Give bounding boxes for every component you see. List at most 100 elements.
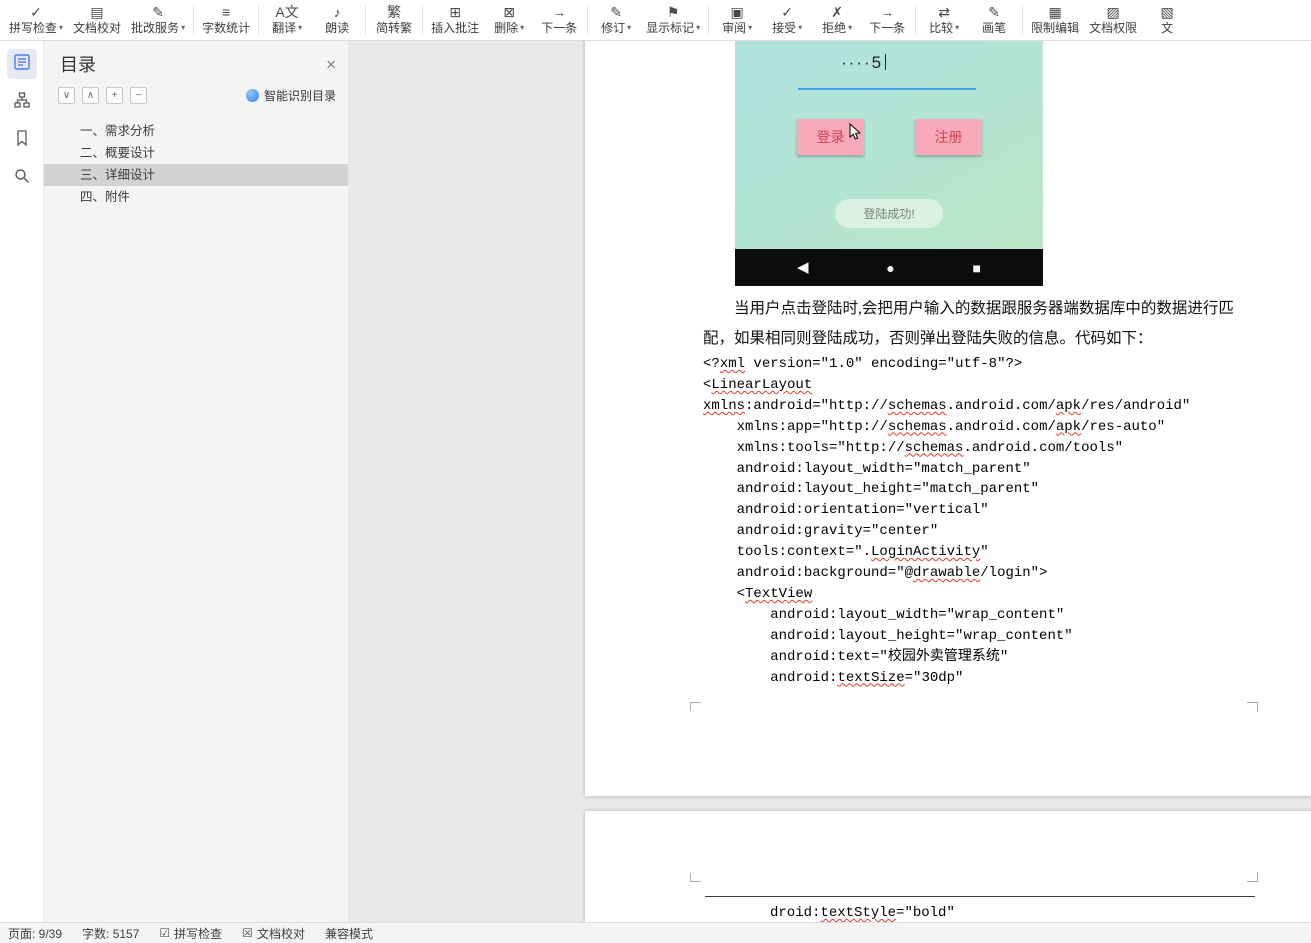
toolbar-insert-comment[interactable]: ⊞插入批注: [426, 0, 484, 40]
toolbar-simplified-to-traditional[interactable]: 繁简转繁: [369, 0, 419, 40]
toolbar-doc-permission[interactable]: ▨文档权限: [1084, 0, 1142, 40]
toc-tool-expand-level[interactable]: +: [106, 87, 123, 104]
toolbar-label: 比较▾: [929, 21, 959, 35]
word-count[interactable]: 字数: 5157: [82, 925, 139, 942]
text-boundary-mark: [1247, 702, 1258, 711]
toolbar-word-count[interactable]: ≡字数统计: [197, 0, 255, 40]
toolbar-restrict-editing[interactable]: ▦限制编辑: [1026, 0, 1084, 40]
spellcheck-error: textStyle: [820, 905, 896, 921]
proofread-status[interactable]: ☒ 文档校对: [242, 925, 305, 942]
toolbar-correction-service[interactable]: ✎批改服务▾: [126, 0, 190, 40]
nav-home-icon: ●: [886, 261, 894, 275]
spell-check-label: 拼写检查: [174, 925, 222, 942]
dropdown-arrow-icon: ▾: [696, 21, 700, 35]
password-field: ····5: [841, 53, 886, 73]
toolbar-label: 插入批注: [431, 21, 479, 35]
code-line: android:layout_width="match_parent": [703, 459, 1190, 480]
toc-item[interactable]: 一、需求分析: [44, 120, 348, 142]
sidebar-item-search[interactable]: [7, 163, 37, 193]
toc-tool-collapse-all[interactable]: ∧: [82, 87, 99, 104]
toolbar-accept[interactable]: ✓接受▾: [762, 0, 812, 40]
document-page-2[interactable]: droid:textStyle="bold": [585, 811, 1311, 922]
code-line: android:background="@drawable/login">: [703, 563, 1190, 584]
toc-item[interactable]: 二、概要设计: [44, 142, 348, 164]
toolbar-doc-truncated[interactable]: ▧文: [1142, 0, 1192, 40]
toolbar-doc-proofread[interactable]: ▤文档校对: [68, 0, 126, 40]
toolbar-track-changes[interactable]: ✎修订▾: [591, 0, 641, 40]
sidebar-strip: [0, 41, 44, 922]
compat-mode[interactable]: 兼容模式: [325, 925, 373, 942]
toolbar-read-aloud[interactable]: ♪朗读: [312, 0, 362, 40]
track-changes-icon: ✎: [610, 4, 622, 21]
toolbar-label: 下一条: [869, 21, 905, 35]
toolbar-next-change[interactable]: →下一条: [862, 0, 912, 40]
toolbar-label: 批改服务▾: [131, 21, 185, 35]
code-line: xmlns:tools="http://schemas.android.com/…: [703, 438, 1190, 459]
page-indicator[interactable]: 页面: 9/39: [8, 925, 62, 942]
code-line: android:layout_height="match_parent": [703, 479, 1190, 500]
toolbar-separator: [365, 6, 366, 34]
compare-icon: ⇄: [938, 4, 950, 21]
toc-list: 一、需求分析二、概要设计三、详细设计四、附件: [44, 120, 348, 208]
spell-check-icon: ✓: [30, 4, 42, 21]
dropdown-arrow-icon: ▾: [520, 21, 524, 35]
spellcheck-error: xml: [720, 356, 745, 372]
sidebar-item-outline[interactable]: [7, 49, 37, 79]
toolbar-show-markup[interactable]: ⚑显示标记▾: [641, 0, 705, 40]
toolbar-label: 字数统计: [202, 21, 250, 35]
next-comment-icon: →: [552, 4, 566, 21]
translate-icon: A文: [275, 4, 298, 21]
document-page-1[interactable]: ····5 登录 注册 登陆成功! ◀ ● ■: [585, 41, 1311, 796]
reject-icon: ✗: [831, 4, 843, 21]
toc-item[interactable]: 三、详细设计: [44, 164, 348, 186]
toolbar-translate[interactable]: A文翻译▾: [262, 0, 312, 40]
code-line: android:orientation="vertical": [703, 500, 1190, 521]
dropdown-arrow-icon: ▾: [298, 21, 302, 35]
spellcheck-error: apk: [1056, 419, 1081, 435]
register-button: 注册: [915, 119, 982, 155]
toolbar-separator: [587, 6, 588, 34]
toolbar-label: 文: [1161, 21, 1173, 35]
code-line: <LinearLayout: [703, 375, 1190, 396]
bookmark-icon: [13, 129, 31, 152]
search-icon: [13, 167, 31, 190]
toc-tool-collapse-level[interactable]: −: [130, 87, 147, 104]
toolbar-reject[interactable]: ✗拒绝▾: [812, 0, 862, 40]
toolbar-separator: [915, 6, 916, 34]
delete-comment-icon: ⊠: [503, 4, 515, 21]
toc-item[interactable]: 四、附件: [44, 186, 348, 208]
toolbar-label: 文档权限: [1089, 21, 1137, 35]
smart-toc-button[interactable]: 智能识别目录: [246, 87, 336, 104]
toolbar-label: 简转繁: [376, 21, 412, 35]
word-count-icon: ≡: [222, 4, 230, 21]
toolbar-separator: [258, 6, 259, 34]
toolbar-review[interactable]: ▣审阅▾: [712, 0, 762, 40]
code-line: xmlns:app="http://schemas.android.com/ap…: [703, 417, 1190, 438]
code-line: <?xml version="1.0" encoding="utf-8"?>: [703, 354, 1190, 375]
toc-tool-expand-all[interactable]: ∨: [58, 87, 75, 104]
close-icon[interactable]: ×: [326, 56, 336, 73]
document-area[interactable]: ····5 登录 注册 登陆成功! ◀ ● ■: [348, 41, 1311, 922]
toolbar-compare[interactable]: ⇄比较▾: [919, 0, 969, 40]
code-line: android:layout_height="wrap_content": [703, 626, 1190, 647]
toolbar-next-comment[interactable]: →下一条: [534, 0, 584, 40]
toolbar-label: 显示标记▾: [646, 21, 700, 35]
ink-pen-icon: ✎: [988, 4, 1000, 21]
doc-permission-icon: ▨: [1107, 4, 1120, 21]
structure-icon: [13, 91, 31, 114]
code-line: droid:textStyle="bold": [770, 903, 955, 922]
code-line: android:text="校园外卖管理系统": [703, 647, 1190, 668]
read-aloud-icon: ♪: [334, 4, 341, 21]
toolbar-separator: [708, 6, 709, 34]
wps-review-window: ✓拼写检查▾▤文档校对✎批改服务▾≡字数统计A文翻译▾♪朗读繁简转繁⊞插入批注⊠…: [0, 0, 1311, 943]
toolbar-ink-pen[interactable]: ✎画笔: [969, 0, 1019, 40]
toolbar-spell-check[interactable]: ✓拼写检查▾: [4, 0, 68, 40]
toolbar-label: 下一条: [541, 21, 577, 35]
toc-toolbar: ∨ ∧ +− 智能识别目录: [44, 77, 348, 104]
sidebar-item-bookmark[interactable]: [7, 125, 37, 155]
page2-code-block: droid:textStyle="bold": [770, 903, 955, 922]
spell-check-status[interactable]: ☑ 拼写检查: [159, 925, 222, 942]
toolbar-delete-comment[interactable]: ⊠删除▾: [484, 0, 534, 40]
sidebar-item-structure[interactable]: [7, 87, 37, 117]
toolbar-separator: [1022, 6, 1023, 34]
